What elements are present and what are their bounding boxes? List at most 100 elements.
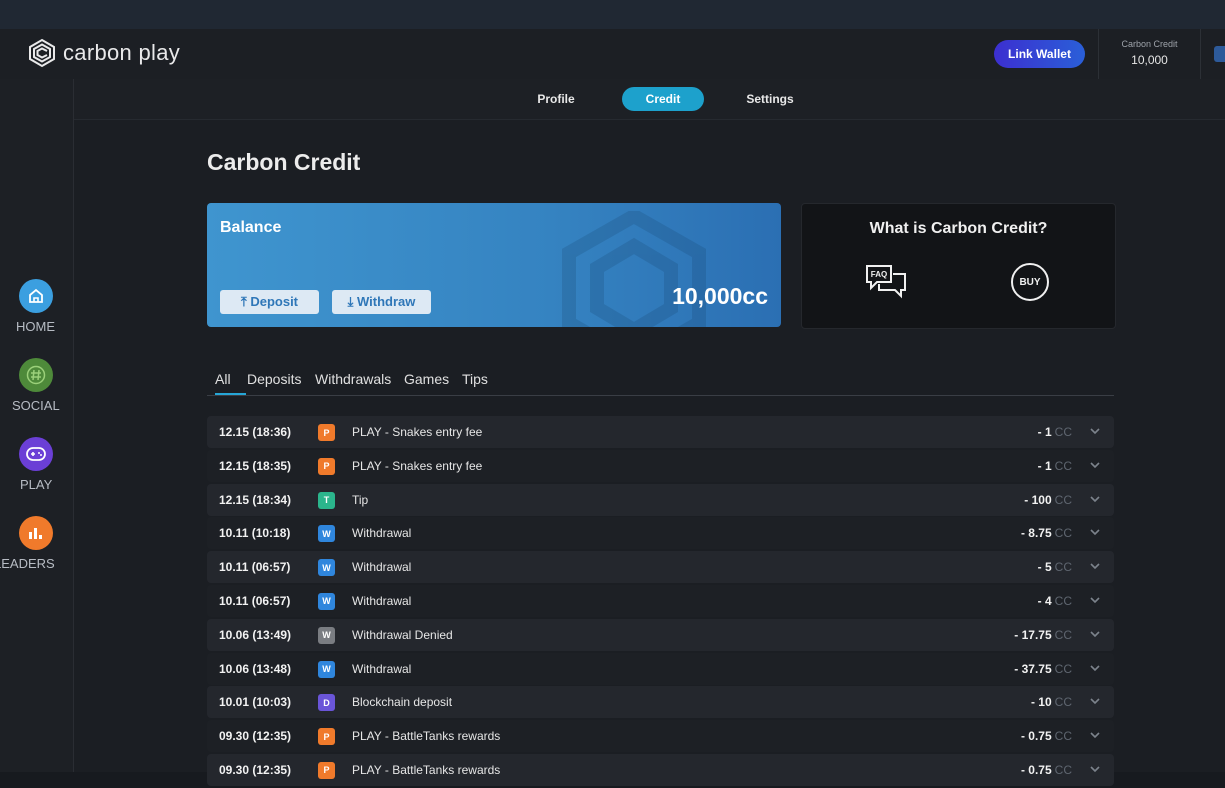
transaction-amount-unit: CC (1054, 729, 1072, 744)
transaction-amount-value: - 8.75 (1020, 526, 1052, 541)
transaction-amount-value: - 100 (1024, 492, 1052, 507)
transaction-amount: - 0.75 CC (1021, 763, 1072, 777)
sidebar-label-social: SOCIAL (12, 398, 60, 413)
transaction-row[interactable]: 09.30 (12:35) P PLAY - BattleTanks rewards… (207, 753, 1114, 786)
deposit-button[interactable]: ⤒ Deposit (220, 290, 319, 314)
transaction-amount-unit: CC (1054, 762, 1072, 777)
chevron-down-icon[interactable] (1088, 593, 1102, 607)
info-title: What is Carbon Credit? (869, 220, 1048, 237)
transaction-amount: - 1 CC (1038, 425, 1072, 439)
tab-profile[interactable]: Profile (523, 87, 589, 111)
transaction-amount-value: - 0.75 (1020, 762, 1052, 777)
sidebar-label-play: PLAY (20, 477, 53, 492)
transaction-row[interactable]: 10.06 (13:49) W Withdrawal Denied - 17.75 CC (207, 618, 1114, 651)
withdraw-button[interactable]: ⤓ Withdraw (332, 290, 431, 314)
transaction-amount-value: - 1 (1037, 425, 1052, 439)
chevron-down-icon[interactable] (1088, 458, 1102, 472)
transaction-row[interactable]: 10.06 (13:48) W Withdrawal - 37.75 CC (207, 652, 1114, 685)
transaction-type-badge: P (318, 424, 335, 441)
profile-tabs: Profile Credit Settings (74, 79, 1225, 120)
transaction-amount: - 10 CC (1031, 695, 1072, 709)
transaction-type-badge: D (318, 694, 335, 712)
carbon-credit-info-card: What is Carbon Credit? FAQ BUY (801, 203, 1116, 329)
filter-games[interactable]: Games (404, 371, 449, 387)
transaction-type-badge: P (318, 728, 335, 746)
transaction-type-badge: T (318, 491, 335, 509)
transaction-type-badge: W (318, 559, 335, 577)
faq-icon[interactable]: FAQ (865, 264, 907, 300)
transaction-row[interactable]: 10.01 (10:03) D Blockchain deposit - 10 CC (207, 686, 1114, 719)
chevron-down-icon[interactable] (1088, 728, 1102, 742)
chevron-down-icon[interactable] (1088, 559, 1102, 573)
hashtag-icon (19, 358, 53, 392)
transaction-row[interactable]: 12.15 (18:35) P PLAY - Snakes entry fee - 1… (207, 449, 1114, 482)
transaction-row[interactable]: 09.30 (12:35) P PLAY - BattleTanks rewards… (207, 720, 1114, 753)
sidebar-label-leaders: LEADERS (0, 556, 55, 571)
filter-tips[interactable]: Tips (462, 371, 488, 387)
tab-credit[interactable]: Credit (622, 87, 704, 111)
chevron-down-icon[interactable] (1088, 762, 1102, 776)
sidebar-item-social[interactable]: SOCIAL (0, 358, 73, 413)
transaction-amount-value: - 0.75 (1020, 729, 1052, 744)
home-icon (19, 279, 53, 313)
transaction-description: PLAY - BattleTanks rewards (352, 729, 501, 744)
transaction-row[interactable]: 12.15 (18:34) T Tip - 100 CC (207, 483, 1114, 516)
tab-settings[interactable]: Settings (735, 87, 805, 111)
transaction-amount: - 4 CC (1038, 594, 1072, 608)
chevron-down-icon[interactable] (1088, 694, 1102, 708)
transaction-amount: - 0.75 CC (1021, 729, 1072, 743)
transaction-row[interactable]: 10.11 (06:57) W Withdrawal - 4 CC (207, 584, 1114, 617)
header: carbon play Link Wallet Carbon Credit 10… (0, 29, 1225, 80)
transaction-row[interactable]: 10.11 (10:18) W Withdrawal - 8.75 CC (207, 517, 1114, 550)
credit-value: 10,000 (1131, 53, 1168, 67)
sidebar-item-leaders[interactable]: LEADERS (0, 516, 73, 571)
transaction-row[interactable]: 10.11 (06:57) W Withdrawal - 5 CC (207, 551, 1114, 584)
transaction-amount-unit: CC (1054, 492, 1072, 507)
filter-deposits[interactable]: Deposits (247, 371, 301, 387)
logo[interactable]: carbon play (27, 38, 180, 68)
chevron-down-icon[interactable] (1088, 424, 1102, 438)
transaction-date: 10.11 (06:57) (219, 560, 291, 575)
transaction-date: 10.01 (10:03) (219, 695, 292, 710)
transaction-type-badge: W (318, 660, 335, 678)
transaction-amount-value: - 17.75 (1014, 627, 1052, 642)
sidebar: HOME SOCIAL PLAY LEADERS (0, 79, 74, 772)
chevron-down-icon[interactable] (1088, 627, 1102, 641)
filter-all[interactable]: All (215, 371, 231, 387)
transaction-amount-unit: CC (1054, 593, 1072, 608)
sidebar-item-play[interactable]: PLAY (0, 437, 73, 492)
transaction-amount-unit: CC (1054, 661, 1072, 676)
app-window: carbon play Link Wallet Carbon Credit 10… (0, 29, 1225, 786)
window-top-strip (0, 0, 1225, 29)
transaction-date: 12.15 (18:34) (219, 492, 292, 507)
transaction-description: Withdrawal (352, 593, 412, 608)
page-title: Carbon Credit (207, 149, 361, 175)
balance-card: Balance ⤒ Deposit ⤓ Withdraw 10,000cc (207, 203, 781, 327)
credit-display[interactable]: Carbon Credit 10,000 (1098, 29, 1201, 79)
transaction-row[interactable]: 12.15 (18:36) P PLAY - Snakes entry fee - 1… (207, 416, 1114, 448)
transaction-description: Withdrawal Denied (352, 627, 453, 642)
chevron-down-icon[interactable] (1088, 492, 1102, 506)
transaction-date: 09.30 (12:35) (219, 729, 292, 744)
filter-withdrawals[interactable]: Withdrawals (315, 371, 391, 387)
transaction-description: Withdrawal (352, 661, 412, 676)
chevron-down-icon[interactable] (1088, 525, 1102, 539)
link-wallet-button[interactable]: Link Wallet (994, 40, 1085, 68)
transaction-description: Withdrawal (352, 526, 412, 541)
transaction-description: PLAY - Snakes entry fee (352, 425, 483, 439)
transaction-description: PLAY - BattleTanks rewards (352, 762, 501, 777)
gamepad-icon (19, 437, 53, 471)
transaction-amount: - 37.75 CC (1014, 662, 1072, 676)
transaction-date: 10.11 (06:57) (219, 593, 291, 608)
transaction-amount: - 17.75 CC (1014, 628, 1072, 642)
sidebar-item-home[interactable]: HOME (0, 279, 73, 334)
profile-avatar-icon[interactable] (1214, 46, 1225, 62)
balance-amount: 10,000cc (672, 283, 768, 309)
buy-icon[interactable]: BUY (1011, 263, 1049, 301)
transaction-amount: - 1 CC (1038, 459, 1072, 473)
carbon-logo-icon (29, 38, 55, 68)
active-filter-indicator (215, 393, 246, 395)
credit-label: Carbon Credit (1121, 39, 1178, 49)
chevron-down-icon[interactable] (1088, 661, 1102, 675)
transaction-amount-unit: CC (1054, 560, 1072, 575)
